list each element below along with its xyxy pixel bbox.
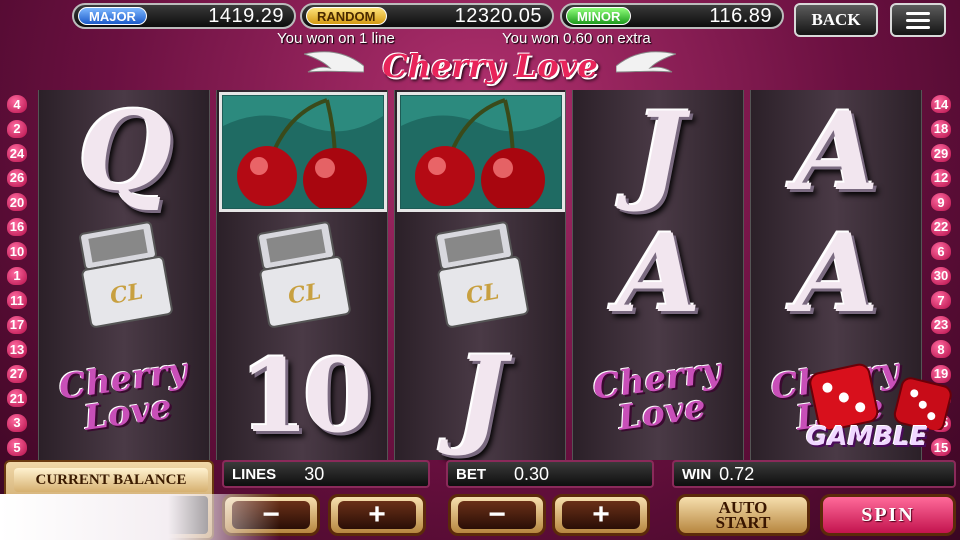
payline-marker[interactable]: 18 (928, 117, 954, 142)
spin-button[interactable]: SPIN (820, 494, 956, 536)
hamburger-menu-icon (906, 11, 930, 29)
payline-marker[interactable]: 3 (4, 411, 30, 436)
lighter-icon: CL (257, 221, 351, 328)
lines-display: LINES 30 (222, 460, 430, 488)
payline-marker[interactable]: 7 (928, 288, 954, 313)
payline-marker[interactable]: 12 (928, 166, 954, 191)
payline-marker[interactable]: 22 (928, 215, 954, 240)
current-balance-label: CURRENT BALANCE (14, 468, 208, 492)
payline-marker[interactable]: 21 (4, 386, 30, 411)
payline-marker[interactable]: 13 (4, 337, 30, 362)
reel-symbol: A (753, 92, 921, 212)
payline-marker[interactable]: 10 (4, 239, 30, 264)
right-wing-icon (616, 51, 676, 73)
menu-button[interactable] (890, 3, 946, 37)
lighter-icon: CL (435, 221, 529, 328)
random-jackpot-label: RANDOM (306, 7, 387, 25)
logo-text: Cherry Love (382, 47, 598, 85)
game-logo: Cherry Love (304, 44, 676, 88)
win-label: WIN (682, 465, 712, 483)
bet-value: 0.30 (514, 463, 550, 484)
bottom-left-overlay (0, 494, 280, 540)
symbol-letter: A (795, 211, 879, 337)
minor-jackpot-value: 116.89 (709, 4, 772, 27)
payline-marker[interactable]: 29 (928, 141, 954, 166)
lines-increase-button[interactable]: + (328, 494, 426, 536)
minor-jackpot-label: MINOR (566, 7, 632, 25)
bet-decrease-button[interactable]: − (448, 494, 546, 536)
lines-value: 30 (304, 463, 325, 484)
payline-marker[interactable]: 23 (928, 313, 954, 338)
gamble-label: GAMBLE (806, 422, 928, 452)
reel-symbol: J (397, 336, 565, 456)
payline-marker[interactable]: 30 (928, 264, 954, 289)
minus-icon: − (458, 500, 536, 530)
major-jackpot-label: MAJOR (78, 7, 147, 25)
payline-marker[interactable]: 26 (4, 166, 30, 191)
payline-marker[interactable]: 5 (4, 435, 30, 460)
reel-symbol: CherryLove (41, 336, 209, 456)
payline-marker[interactable]: 11 (4, 288, 30, 313)
payline-marker[interactable]: 2 (4, 117, 30, 142)
payline-marker[interactable]: 16 (4, 215, 30, 240)
payline-marker[interactable]: 24 (4, 141, 30, 166)
symbol-letter: J (455, 333, 507, 459)
symbol-letter: J (633, 89, 685, 215)
left-line-numbers: 4 2 24 26 20 16 10 1 11 17 13 27 21 3 5 (4, 92, 30, 460)
reel-symbol (397, 92, 565, 212)
bet-increase-button[interactable]: + (552, 494, 650, 536)
reel-4: J A Cherry Love (572, 90, 744, 460)
win-value: 0.72 (719, 463, 755, 484)
payline-marker[interactable]: 17 (4, 313, 30, 338)
reel-symbol: 10 (219, 336, 387, 456)
symbol-letter: Q (77, 89, 173, 215)
payline-marker[interactable]: 4 (4, 92, 30, 117)
random-jackpot-value: 12320.05 (454, 4, 542, 27)
reel-3: CL J (394, 90, 566, 460)
cherries-icon (223, 96, 383, 208)
symbol-letter: A (617, 211, 701, 337)
win-display: WIN 0.72 (672, 460, 956, 488)
reel-1: Q CL Cherry Love (38, 90, 210, 460)
lines-label: LINES (232, 465, 277, 483)
major-jackpot: MAJOR 1419.29 (72, 3, 296, 29)
reel-symbol: A (753, 214, 921, 334)
reel-2: CL 10 (216, 90, 388, 460)
plus-icon: + (562, 500, 640, 530)
random-jackpot: RANDOM 12320.05 (300, 3, 554, 29)
left-wing-icon (304, 51, 364, 73)
reel-symbol: A (575, 214, 743, 334)
reel-symbol: CherryLove (575, 336, 743, 456)
reel-symbol: CL (397, 214, 565, 334)
payline-marker[interactable]: 27 (4, 362, 30, 387)
major-jackpot-value: 1419.29 (208, 4, 284, 27)
gamble-button[interactable]: GAMBLE (806, 360, 958, 464)
plus-icon: + (338, 500, 416, 530)
lighter-icon: CL (79, 221, 173, 328)
bet-display: BET 0.30 (446, 460, 654, 488)
dice-icon (809, 363, 952, 433)
reel-symbol (219, 92, 387, 212)
back-button[interactable]: BACK (794, 3, 878, 37)
auto-start-line2: START (715, 513, 771, 532)
cherry-love-symbol: CherryLove (590, 350, 727, 438)
auto-start-button[interactable]: AUTO START (676, 494, 810, 536)
payline-marker[interactable]: 20 (4, 190, 30, 215)
reel-symbol: CL (41, 214, 209, 334)
reel-symbol: Q (41, 92, 209, 212)
payline-marker[interactable]: 1 (4, 264, 30, 289)
payline-marker[interactable]: 9 (928, 190, 954, 215)
reel-symbol: CL (219, 214, 387, 334)
bet-label: BET (456, 465, 486, 483)
reel-symbol: J (575, 92, 743, 212)
payline-marker[interactable]: 6 (928, 239, 954, 264)
cherry-love-symbol: CherryLove (56, 350, 193, 438)
symbol-letter: 10 (239, 337, 372, 455)
cherries-icon (401, 96, 561, 208)
symbol-letter: A (795, 89, 879, 215)
minor-jackpot: MINOR 116.89 (560, 3, 784, 29)
payline-marker[interactable]: 14 (928, 92, 954, 117)
payline-marker[interactable]: 8 (928, 337, 954, 362)
